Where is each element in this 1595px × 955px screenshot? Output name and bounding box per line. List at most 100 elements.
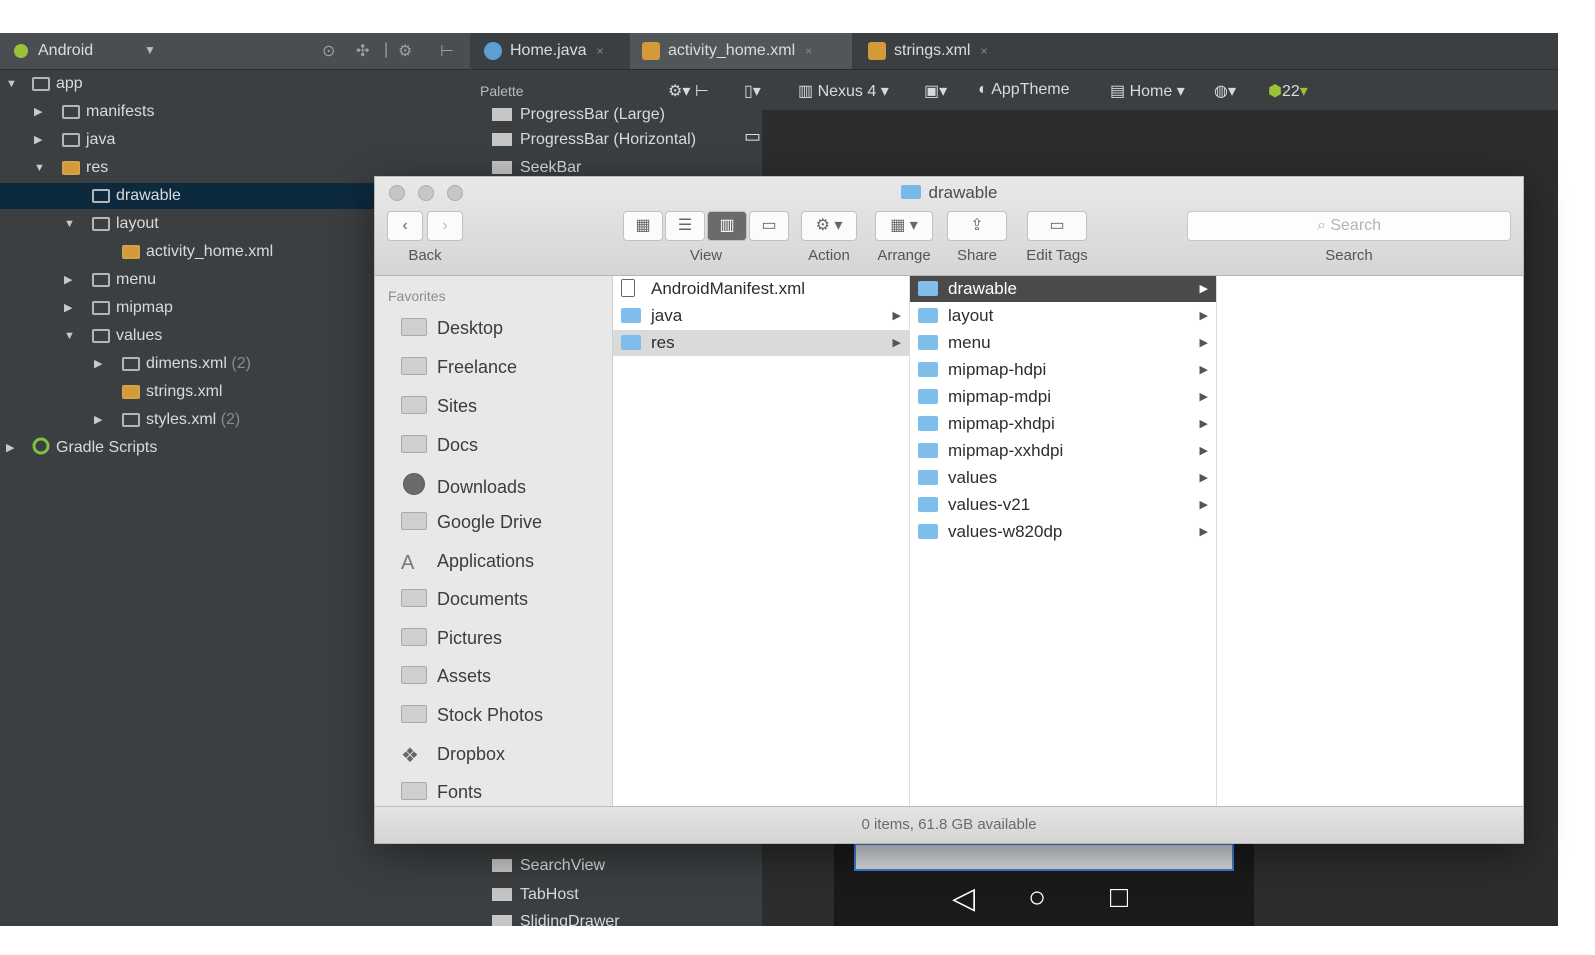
palette-item[interactable]: ProgressBar (Large) bbox=[492, 106, 665, 124]
expand-arrow-icon[interactable]: ▶ bbox=[64, 295, 72, 321]
column-view-button[interactable]: ▥ bbox=[707, 211, 747, 241]
close-icon[interactable]: × bbox=[596, 44, 603, 58]
list-item[interactable]: java ▶ bbox=[613, 303, 909, 329]
sidebar-item-desktop[interactable]: Desktop bbox=[401, 318, 503, 339]
sidebar-item-docs[interactable]: Docs bbox=[401, 435, 478, 456]
list-item[interactable]: mipmap-xxhdpi ▶ bbox=[910, 438, 1216, 464]
tab-label: Home.java bbox=[510, 42, 587, 59]
home-nav-icon: ○ bbox=[1028, 881, 1047, 914]
api-level-selector[interactable]: ⬢22▾ bbox=[1268, 81, 1308, 101]
expand-arrow-icon[interactable]: ▼ bbox=[64, 211, 75, 237]
sidebar-item-dropbox[interactable]: ❖ Dropbox bbox=[401, 744, 505, 766]
close-icon[interactable]: × bbox=[980, 44, 987, 58]
expand-arrow-icon[interactable]: ▶ bbox=[94, 407, 102, 433]
sidebar-item-sites[interactable]: Sites bbox=[401, 396, 477, 417]
hide-panel-icon[interactable]: ⊢ bbox=[440, 41, 454, 61]
recents-nav-icon: □ bbox=[1110, 881, 1129, 914]
cover-flow-button[interactable]: ▭ bbox=[749, 211, 789, 241]
tree-item-label: strings.xml bbox=[146, 383, 223, 400]
palette-item[interactable]: SearchView bbox=[492, 857, 605, 875]
tree-item-app[interactable]: ▼ app bbox=[0, 71, 470, 97]
tab-home-java[interactable]: Home.java × bbox=[472, 33, 630, 69]
palette-item[interactable]: TabHost bbox=[492, 886, 579, 904]
expand-arrow-icon[interactable]: ▶ bbox=[6, 435, 14, 461]
sidebar-item-freelance[interactable]: Freelance bbox=[401, 357, 517, 378]
project-view-selector[interactable]: Android bbox=[38, 42, 93, 60]
sidebar-item-label: Freelance bbox=[437, 357, 518, 377]
list-item[interactable]: values ▶ bbox=[910, 465, 1216, 491]
layout-file-icon[interactable]: ▯▾ bbox=[744, 81, 761, 101]
file-name: mipmap-hdpi bbox=[948, 360, 1047, 379]
list-item[interactable]: values-w820dp ▶ bbox=[910, 519, 1216, 545]
list-item[interactable]: res ▶ bbox=[613, 330, 909, 356]
file-name: values-w820dp bbox=[948, 522, 1063, 541]
sidebar-item-google-drive[interactable]: Google Drive bbox=[401, 512, 542, 533]
icon-view-button[interactable]: ▦ bbox=[623, 211, 663, 241]
expand-arrow-icon[interactable]: ▶ bbox=[34, 99, 42, 125]
list-item[interactable]: menu ▶ bbox=[910, 330, 1216, 356]
device-selector[interactable]: ▥ Nexus 4 ▾ bbox=[798, 81, 889, 101]
locale-globe-icon[interactable]: ◍▾ bbox=[1214, 81, 1236, 101]
forward-button[interactable]: › bbox=[427, 211, 463, 241]
palette-settings-icon[interactable]: ⚙▾ ⊢ bbox=[668, 81, 709, 101]
finder-column-1: AndroidManifest.xml java ▶ res ▶ bbox=[613, 276, 910, 806]
folder-icon bbox=[918, 308, 938, 323]
widget-icon bbox=[492, 133, 512, 147]
divider-icon: | bbox=[384, 41, 389, 58]
xml-file-icon bbox=[122, 385, 140, 399]
expand-arrow-icon[interactable]: ▼ bbox=[34, 155, 45, 181]
palette-item[interactable]: ProgressBar (Horizontal) bbox=[492, 131, 696, 149]
edit-tags-button[interactable]: ▭ bbox=[1027, 211, 1087, 241]
file-name: styles.xml bbox=[146, 411, 217, 428]
folder-icon bbox=[621, 335, 641, 350]
tab-activity-home-xml[interactable]: activity_home.xml × bbox=[630, 33, 852, 69]
tab-strings-xml[interactable]: strings.xml × bbox=[856, 33, 1026, 69]
finder-column-3 bbox=[1217, 276, 1523, 806]
chevron-down-icon[interactable]: ▼ bbox=[144, 43, 156, 57]
sidebar-item-downloads[interactable]: Downloads bbox=[401, 473, 526, 498]
tree-item-manifests[interactable]: ▶ manifests bbox=[0, 99, 470, 125]
orientation-icon[interactable]: ▣▾ bbox=[924, 81, 947, 101]
expand-arrow-icon[interactable]: ▶ bbox=[94, 351, 102, 377]
action-button[interactable]: ⚙ ▾ bbox=[801, 211, 857, 241]
close-icon[interactable]: × bbox=[805, 44, 812, 58]
sync-icon[interactable]: ⊙ bbox=[322, 41, 335, 61]
activity-selector[interactable]: ▤ Home ▾ bbox=[1110, 81, 1185, 101]
list-item[interactable]: drawable ▶ bbox=[910, 276, 1216, 302]
list-view-button[interactable]: ☰ bbox=[665, 211, 705, 241]
palette-item[interactable]: SeekBar bbox=[492, 159, 581, 177]
back-button[interactable]: ‹ bbox=[387, 211, 423, 241]
action-label: Action bbox=[808, 247, 850, 264]
sidebar-item-pictures[interactable]: Pictures bbox=[401, 628, 502, 649]
list-item[interactable]: values-v21 ▶ bbox=[910, 492, 1216, 518]
expand-arrow-icon[interactable]: ▼ bbox=[64, 323, 75, 349]
collapse-icon[interactable]: ✣ bbox=[356, 41, 369, 61]
list-item[interactable]: mipmap-xhdpi ▶ bbox=[910, 411, 1216, 437]
sidebar-item-fonts[interactable]: Fonts bbox=[401, 782, 482, 803]
sidebar-item-applications[interactable]: A Applications bbox=[401, 551, 534, 573]
palette-item-label: ProgressBar (Large) bbox=[520, 106, 665, 123]
tree-item-label: menu bbox=[116, 271, 157, 288]
list-item[interactable]: mipmap-hdpi ▶ bbox=[910, 357, 1216, 383]
phone-screen bbox=[854, 843, 1234, 871]
sidebar-item-stock-photos[interactable]: Stock Photos bbox=[401, 705, 543, 726]
sidebar-item-assets[interactable]: Assets bbox=[401, 666, 491, 687]
list-item[interactable]: layout ▶ bbox=[910, 303, 1216, 329]
folder-icon bbox=[401, 705, 427, 723]
expand-arrow-icon[interactable]: ▼ bbox=[6, 71, 17, 97]
download-icon bbox=[403, 473, 425, 495]
list-item[interactable]: mipmap-mdpi ▶ bbox=[910, 384, 1216, 410]
share-button[interactable]: ⇪ bbox=[947, 211, 1007, 241]
expand-arrow-icon[interactable]: ▶ bbox=[64, 267, 72, 293]
sidebar-item-documents[interactable]: Documents bbox=[401, 589, 528, 610]
search-input[interactable]: ⌕ Search bbox=[1187, 211, 1511, 241]
api-level-label: 22 bbox=[1281, 83, 1300, 100]
tree-item-java[interactable]: ▶ java bbox=[0, 127, 470, 153]
list-item[interactable]: AndroidManifest.xml bbox=[613, 276, 909, 302]
sidebar-item-label: Stock Photos bbox=[437, 705, 544, 725]
theme-selector[interactable]: ◐ AppTheme bbox=[978, 81, 1070, 99]
arrange-button[interactable]: ▦ ▾ bbox=[875, 211, 933, 241]
gear-icon[interactable]: ⚙ bbox=[398, 41, 412, 61]
palette-item[interactable]: SlidingDrawer bbox=[492, 913, 620, 926]
expand-arrow-icon[interactable]: ▶ bbox=[34, 127, 42, 153]
